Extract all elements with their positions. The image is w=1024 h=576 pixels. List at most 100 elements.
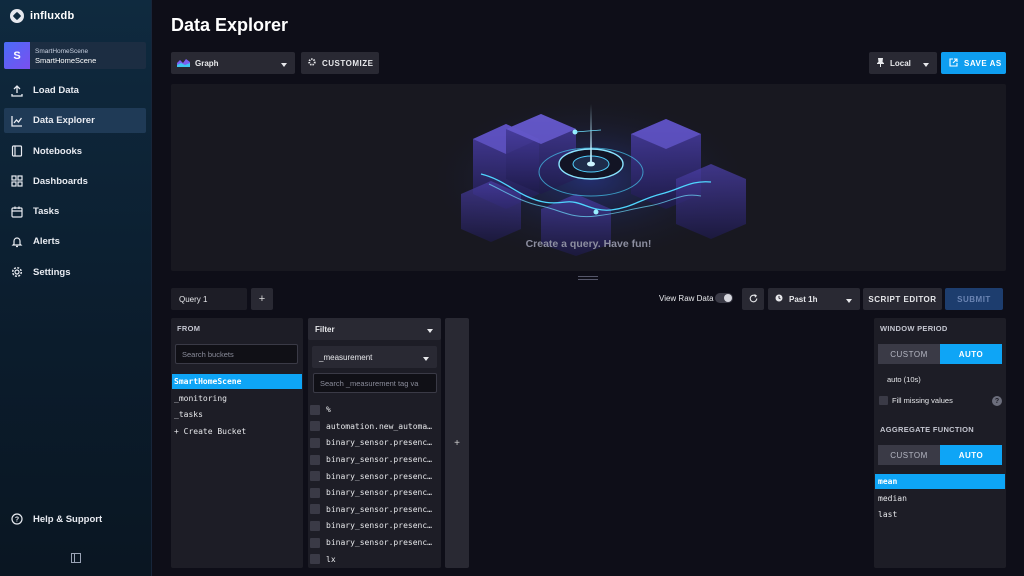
aggregate-custom-button[interactable]: CUSTOM (878, 445, 940, 465)
help-circle-icon: ? (11, 513, 23, 525)
checkbox[interactable] (310, 404, 320, 415)
checkbox[interactable] (310, 487, 320, 498)
checkbox[interactable] (310, 504, 320, 515)
chevron-down-icon (846, 296, 852, 305)
checkbox[interactable] (310, 554, 320, 565)
sidebar-item-load-data[interactable]: Load Data (4, 78, 146, 103)
sidebar-item-label: Data Explorer (33, 115, 95, 127)
save-as-button[interactable]: SAVE AS (941, 52, 1006, 74)
checkbox[interactable] (310, 520, 320, 531)
sidebar-item-dashboards[interactable]: Dashboards (4, 169, 146, 194)
window-period-heading: WINDOW PERIOD (880, 324, 948, 333)
sidebar-item-label: Load Data (33, 85, 79, 96)
list-item[interactable]: binary_sensor.presenc… (310, 435, 439, 451)
tag-value-label: lx (326, 554, 336, 564)
sidebar-item-label: Settings (33, 266, 71, 278)
add-filter-button[interactable]: + (445, 318, 469, 568)
empty-state-message: Create a query. Have fun! (525, 238, 652, 250)
pin-icon (876, 57, 885, 69)
tag-value-label: binary_sensor.presenc… (326, 455, 432, 465)
script-editor-button[interactable]: SCRIPT EDITOR (863, 288, 942, 310)
influxdb-logo-icon (10, 9, 24, 23)
aggregate-function-heading: AGGREGATE FUNCTION (880, 425, 975, 434)
bucket-item-smarthomescene[interactable]: SmartHomeScene (172, 374, 302, 389)
sidebar-item-alerts[interactable]: Alerts (4, 229, 146, 254)
chevron-down-icon (281, 60, 287, 69)
tag-value-label: binary_sensor.presenc… (326, 438, 432, 448)
list-item[interactable]: automation.new_automa… (310, 419, 439, 435)
chevron-down-icon (423, 354, 429, 363)
graph-icon (11, 115, 23, 127)
tag-value-list: % automation.new_automa… binary_sensor.p… (310, 402, 439, 568)
graph-empty-state: Create a query. Have fun! (171, 84, 1006, 271)
bucket-search-input[interactable]: Search buckets (175, 344, 298, 364)
tag-value-label: binary_sensor.presenc… (326, 538, 432, 547)
sidebar-item-label: Notebooks (33, 145, 83, 157)
time-range-dropdown[interactable]: Past 1h (768, 288, 860, 310)
list-item[interactable]: binary_sensor.presenc… (310, 502, 439, 518)
sidebar-item-label: Tasks (33, 206, 60, 218)
clock-icon (775, 294, 783, 304)
checkbox[interactable] (310, 437, 320, 448)
view-raw-data-toggle[interactable] (715, 293, 733, 303)
add-query-button[interactable]: + (251, 288, 273, 310)
fill-missing-checkbox[interactable] (879, 396, 888, 405)
org-switcher[interactable]: S SmartHomeScene SmartHomeScene (4, 42, 146, 69)
list-item[interactable]: lx (310, 551, 439, 567)
tag-value-search-input[interactable]: Search _measurement tag va (313, 373, 437, 393)
checkbox[interactable] (310, 537, 320, 548)
window-period-toggle: CUSTOM AUTO (878, 344, 1002, 364)
from-panel: FROM Search buckets SmartHomeScene _moni… (171, 318, 303, 568)
function-item-last[interactable]: last (875, 507, 1005, 522)
fill-missing-values-option[interactable]: Fill missing values (879, 396, 953, 405)
sidebar-item-notebooks[interactable]: Notebooks (4, 139, 146, 164)
create-bucket-button[interactable]: + Create Bucket (172, 424, 302, 439)
refresh-button[interactable] (742, 288, 764, 310)
window-period-custom-button[interactable]: CUSTOM (878, 344, 940, 364)
submit-button[interactable]: SUBMIT (945, 288, 1003, 310)
list-item[interactable]: % (310, 402, 439, 418)
tag-value-label: binary_sensor.presenc… (326, 504, 432, 514)
list-item[interactable]: binary_sensor.presenc… (310, 485, 439, 501)
sidebar-item-help[interactable]: ? Help & Support (11, 513, 102, 525)
list-item[interactable]: binary_sensor.presenc… (310, 452, 439, 468)
filter-function-dropdown[interactable]: Filter (308, 318, 441, 340)
query-tab[interactable]: Query 1 (171, 288, 247, 310)
aggregate-auto-button[interactable]: AUTO (940, 445, 1002, 465)
sidebar-item-tasks[interactable]: Tasks (4, 199, 146, 224)
visualization-type-label: Graph (195, 58, 219, 68)
checkbox[interactable] (310, 471, 320, 482)
gear-icon (308, 58, 316, 68)
list-item[interactable]: binary_sensor.presenc… (310, 468, 439, 484)
customize-button[interactable]: CUSTOMIZE (301, 52, 379, 74)
checkbox[interactable] (310, 421, 320, 432)
tag-value-label: automation.new_automa… (326, 421, 432, 431)
sidebar-item-settings[interactable]: Settings (4, 260, 146, 285)
tag-key-label: _measurement (319, 352, 373, 362)
info-icon[interactable]: ? (992, 396, 1002, 406)
bucket-item-tasks[interactable]: _tasks (172, 407, 302, 422)
fill-missing-label: Fill missing values (892, 396, 953, 405)
collapse-sidebar-icon[interactable] (70, 551, 82, 563)
bucket-item-monitoring[interactable]: _monitoring (172, 391, 302, 406)
org-account-name: SmartHomeScene (35, 47, 89, 55)
timezone-dropdown[interactable]: Local (869, 52, 937, 74)
list-item[interactable]: binary_sensor.presenc… (310, 535, 439, 551)
export-icon (949, 57, 958, 69)
visualization-type-dropdown[interactable]: Graph (171, 52, 295, 74)
bucket-list: SmartHomeScene _monitoring _tasks + Crea… (172, 374, 302, 441)
sidebar-item-data-explorer[interactable]: Data Explorer (4, 108, 146, 134)
window-period-auto-button[interactable]: AUTO (940, 344, 1002, 364)
influxdb-logo[interactable]: influxdb (10, 9, 74, 23)
checkbox[interactable] (310, 454, 320, 465)
aggregate-function-toggle: CUSTOM AUTO (878, 445, 1002, 465)
customize-label: CUSTOMIZE (322, 58, 374, 68)
notebook-icon (11, 145, 23, 157)
resize-handle[interactable] (578, 276, 598, 280)
filter-heading: Filter (315, 324, 335, 334)
view-raw-data-label: View Raw Data (659, 294, 714, 303)
tag-key-dropdown[interactable]: _measurement (312, 346, 437, 368)
list-item[interactable]: binary_sensor.presenc… (310, 518, 439, 534)
function-item-mean[interactable]: mean (875, 474, 1005, 489)
function-item-median[interactable]: median (875, 491, 1005, 506)
